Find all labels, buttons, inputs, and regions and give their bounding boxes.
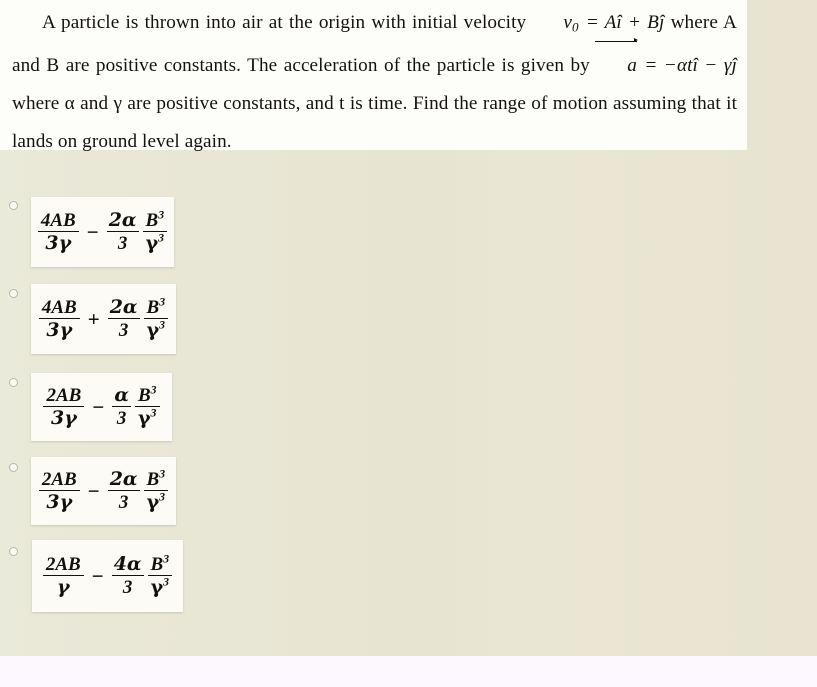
velocity-equals: = A [579,12,617,33]
fraction-term2-1: B3 γ3 [142,209,168,254]
acceleration-equals: = −αt [638,54,693,76]
velocity-vector-symbol: v0 [532,4,579,47]
acceleration-minus: − γ [697,54,732,76]
numerator-2: 4AB [38,298,80,319]
fraction-term1-3: 2AB 3γ [43,386,85,429]
coef-denominator-2: 3 [118,320,129,341]
radio-button-option-3[interactable] [9,378,18,387]
denominator-4: 3γ [46,491,73,513]
denominator-5: γ [57,576,70,598]
expression-3: 2AB 3γ − α 3 B3 γ3 [42,384,160,429]
fraction-term1-5: 2AB γ [42,555,84,598]
term2-denominator-3: γ3 [138,406,157,429]
j-hat-icon-2: ĵ [731,54,737,76]
velocity-subscript: 0 [572,19,579,35]
expression-4: 2AB 3γ − 2α 3 B3 γ3 [38,468,169,513]
term2-numerator-2: B3 [143,296,169,319]
coef-numerator-1: 2α [106,209,139,232]
question-text: A particle is thrown into air at the ori… [12,4,737,161]
denominator-2: 3γ [46,319,73,341]
term2-denominator-1: γ3 [145,231,165,254]
coef-denominator-1: 3 [117,233,128,254]
term2-numerator-4: B3 [143,468,169,491]
coefficient-3: α 3 [112,386,131,428]
expression-2: 4AB 3γ + 2α 3 B3 γ3 [38,296,169,341]
answer-card-4[interactable]: 2AB 3γ − 2α 3 B3 γ3 [31,457,176,525]
answer-option-5[interactable]: 2AB γ − 4α 3 B3 γ3 [0,540,817,612]
acceleration-letter: a [627,54,637,76]
numerator-4: 2AB [38,470,80,491]
coef-numerator-2: 2α [107,296,140,319]
denominator-3: 3γ [51,407,77,429]
acceleration-vector-symbol: a [595,38,638,85]
fraction-term2-2: B3 γ3 [143,296,169,341]
term2-denominator-5: γ3 [150,575,170,598]
fraction-term2-3: B3 γ3 [134,384,160,429]
coefficient-4: 2α 3 [107,468,140,513]
coef-numerator-3: α [112,384,131,407]
answer-option-1[interactable]: 4AB 3γ − 2α 3 B3 γ3 [0,197,817,267]
coefficient-5: 4α 3 [111,553,144,598]
numerator-1: 4AB [37,211,79,232]
answer-option-2[interactable]: 4AB 3γ + 2α 3 B3 γ3 [0,284,817,354]
coef-numerator-5: 4α [111,553,144,576]
fraction-term2-4: B3 γ3 [143,468,169,513]
fraction-term1-2: 4AB 3γ [38,298,80,341]
velocity-letter: v [563,12,572,33]
operator-3: − [92,394,105,419]
coefficient-2: 2α 3 [107,296,140,341]
term2-denominator-4: γ3 [146,490,166,513]
expression-1: 4AB 3γ − 2α 3 B3 γ3 [37,209,168,254]
coef-denominator-3: 3 [116,408,127,429]
fraction-term1-4: 2AB 3γ [38,470,80,513]
coef-numerator-4: 2α [107,468,140,491]
bottom-strip [0,656,817,687]
radio-button-option-5[interactable] [9,547,18,556]
operator-4: − [87,478,100,503]
operator-1: − [86,219,99,244]
answer-card-2[interactable]: 4AB 3γ + 2α 3 B3 γ3 [31,284,176,354]
coef-denominator-4: 3 [118,492,129,513]
coefficient-1: 2α 3 [106,209,139,254]
velocity-plus: + B [621,12,659,33]
fraction-term1-1: 4AB 3γ [37,211,79,254]
operator-2: + [87,306,100,331]
answer-card-3[interactable]: 2AB 3γ − α 3 B3 γ3 [31,373,172,441]
question-panel: A particle is thrown into air at the ori… [0,0,747,152]
answer-option-4[interactable]: 2AB 3γ − 2α 3 B3 γ3 [0,457,817,525]
term2-numerator-1: B3 [142,209,168,232]
expression-5: 2AB γ − 4α 3 B3 γ3 [42,553,173,598]
denominator-1: 3γ [45,232,72,254]
radio-button-option-1[interactable] [9,201,18,210]
radio-button-option-4[interactable] [9,463,18,472]
radio-button-option-2[interactable] [9,289,18,298]
answer-card-5[interactable]: 2AB γ − 4α 3 B3 γ3 [32,540,183,612]
fraction-term2-5: B3 γ3 [147,553,173,598]
term2-denominator-2: γ3 [146,318,166,341]
question-clause-1: A particle is thrown into air at the ori… [42,12,533,33]
answer-option-3[interactable]: 2AB 3γ − α 3 B3 γ3 [0,373,817,441]
question-clause-3: where α and γ are positive constants, an… [12,92,737,152]
term2-numerator-5: B3 [147,553,173,576]
coef-denominator-5: 3 [122,577,133,598]
operator-5: − [91,563,104,588]
numerator-5: 2AB [42,555,84,576]
answer-card-1[interactable]: 4AB 3γ − 2α 3 B3 γ3 [31,197,174,267]
answer-options-list: 4AB 3γ − 2α 3 B3 γ3 4AB 3γ + 2α 3 B3 γ3 … [0,150,817,612]
term2-numerator-3: B3 [134,384,160,407]
numerator-3: 2AB [43,386,85,407]
